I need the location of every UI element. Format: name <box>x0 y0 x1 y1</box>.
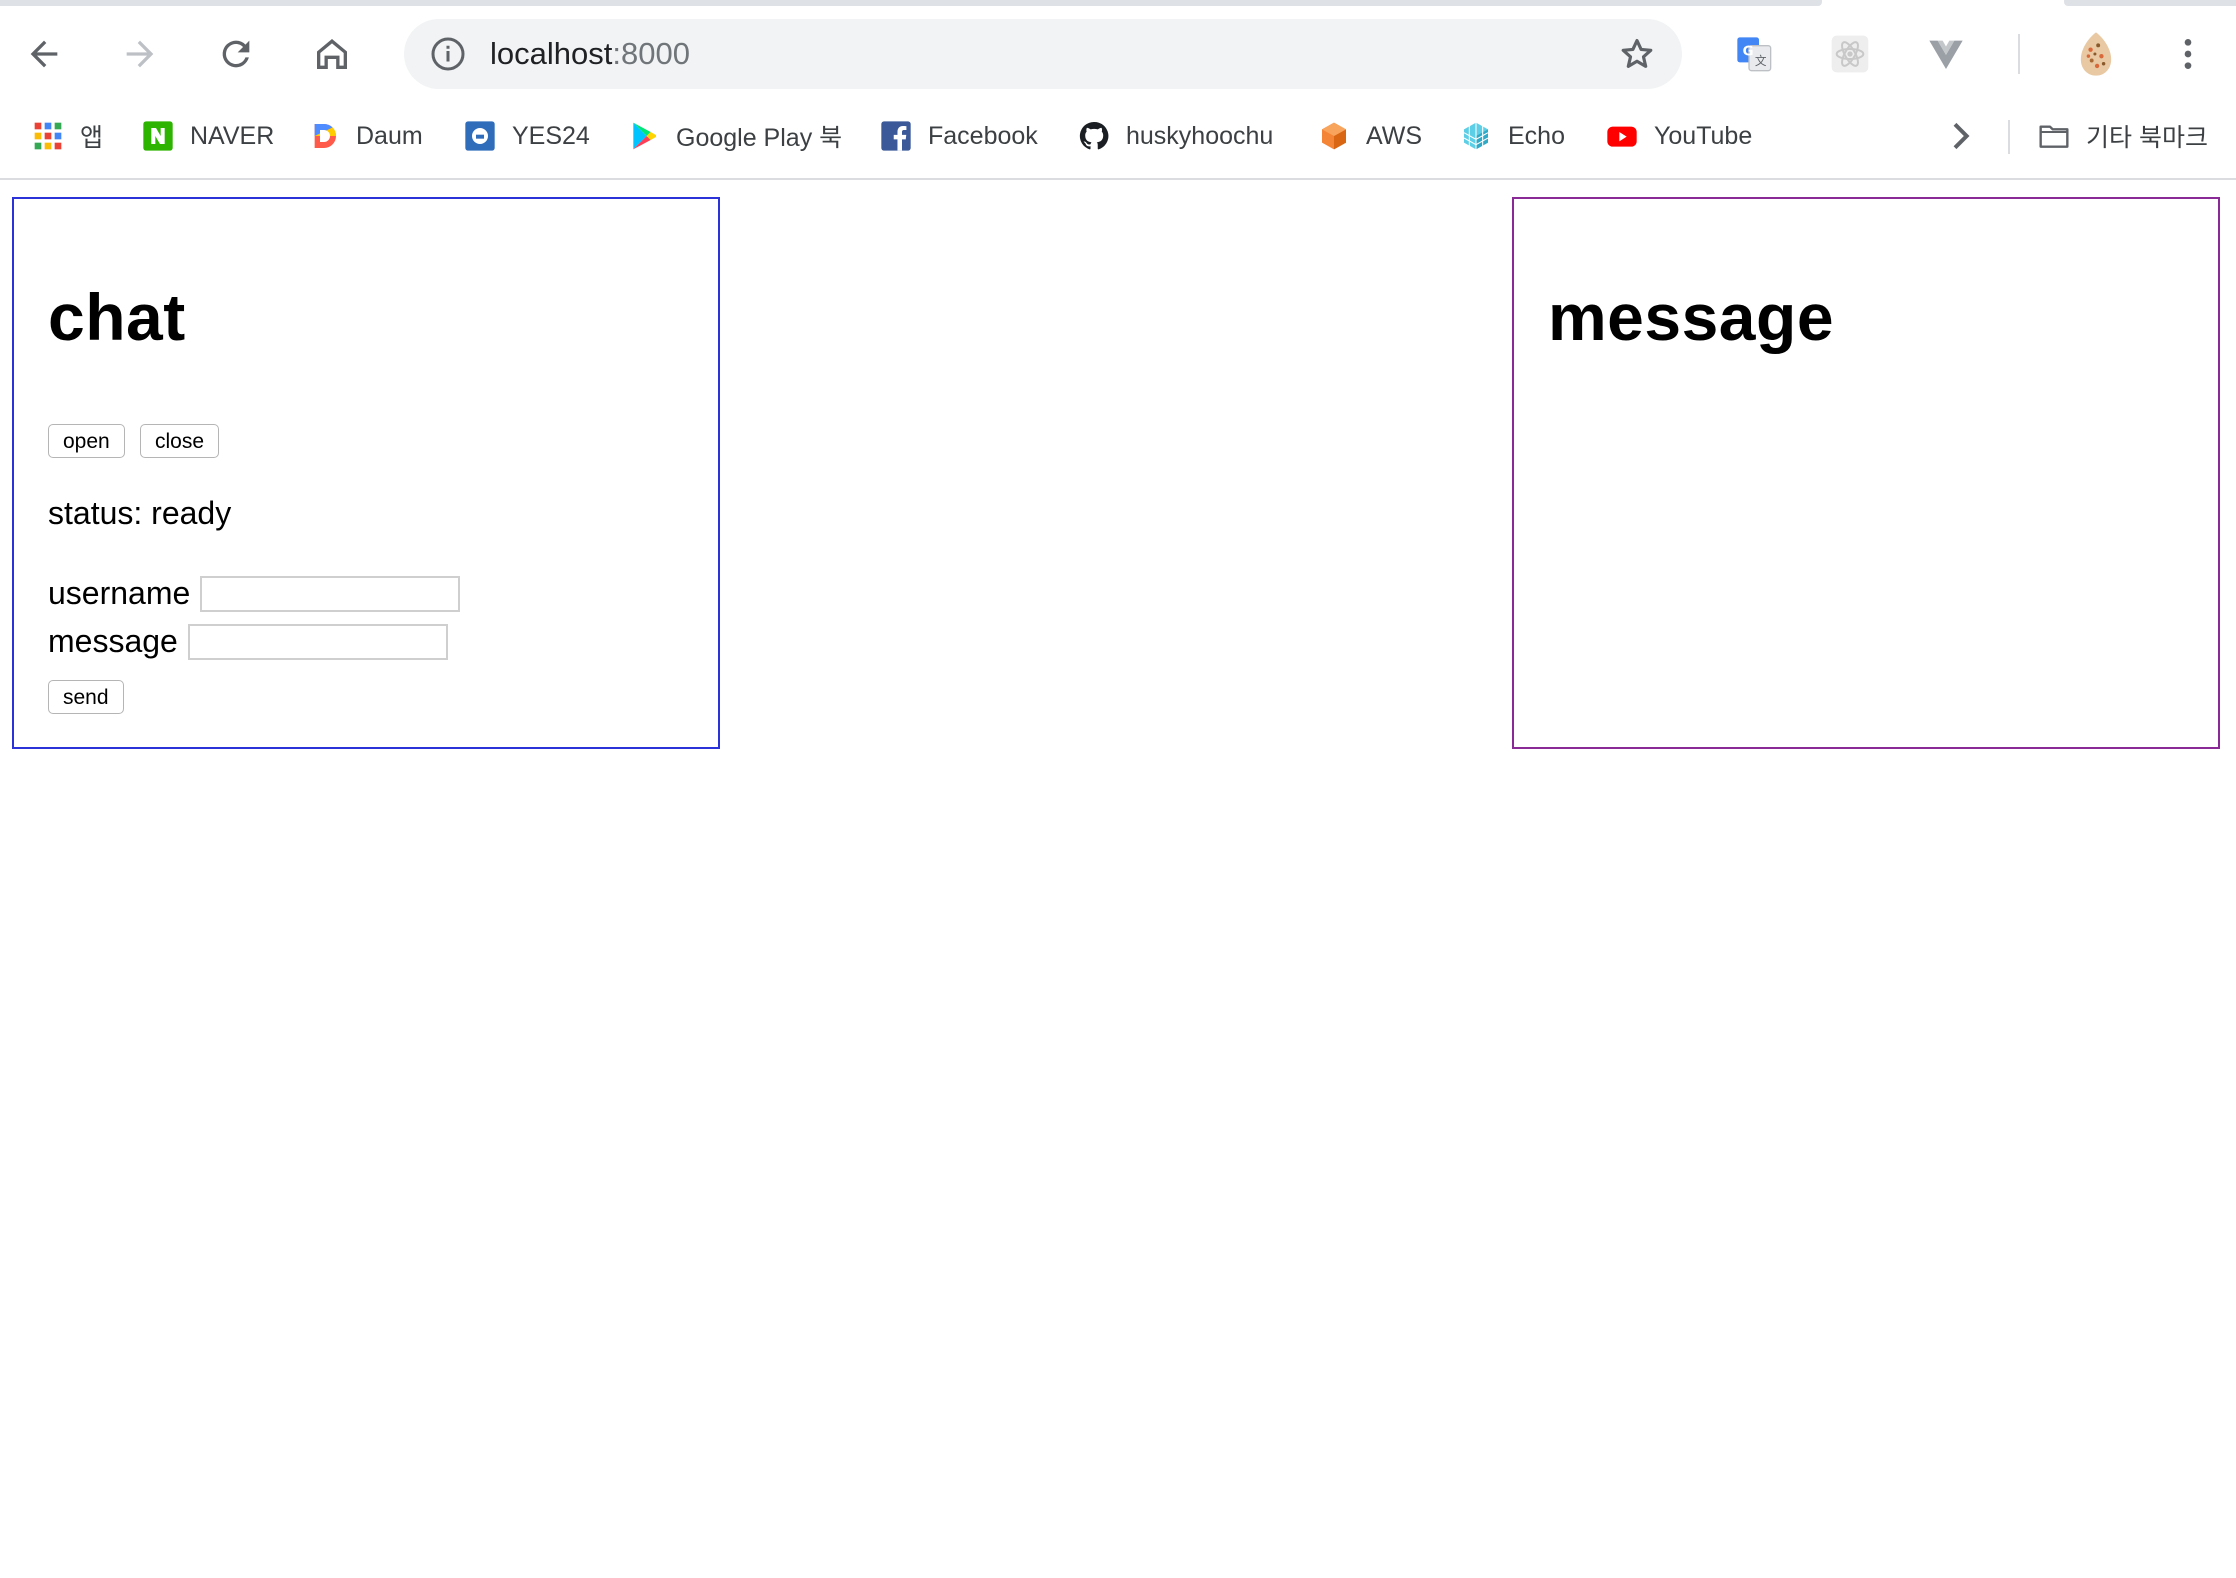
open-button[interactable]: open <box>48 424 125 458</box>
message-row: message <box>48 623 448 660</box>
bookmark-label: Daum <box>356 121 423 150</box>
active-tab-edge <box>0 0 1822 6</box>
send-button[interactable]: send <box>48 680 124 714</box>
bookmark-facebook[interactable]: Facebook <box>880 112 1038 160</box>
react-devtools-extension-button[interactable] <box>1824 28 1876 80</box>
bookmark-other-folder[interactable]: 기타 북마크 <box>2038 112 2208 160</box>
youtube-icon <box>1606 120 1638 152</box>
toolbar-divider <box>2018 34 2020 74</box>
home-icon <box>317 39 347 69</box>
message-panel: message <box>1512 197 2220 749</box>
apps-grid-icon <box>32 120 64 152</box>
address-bar[interactable]: localhost:8000 <box>404 19 1682 89</box>
username-row: username <box>48 575 461 612</box>
message-label: message <box>48 623 178 659</box>
arrow-left-icon <box>30 40 58 68</box>
reload-button[interactable] <box>206 26 266 82</box>
bookmark-label: 앱 <box>80 124 104 152</box>
vue-icon <box>1929 40 1963 69</box>
naver-icon <box>142 120 174 152</box>
message-input[interactable] <box>187 623 448 660</box>
arrow-right-icon <box>126 40 154 68</box>
bookmarks-divider <box>2008 120 2010 154</box>
page-content: chat open close status: ready username m… <box>0 182 2236 1578</box>
chrome-menu-button[interactable] <box>2162 28 2214 80</box>
facebook-icon <box>880 120 912 152</box>
bookmark-star-icon[interactable] <box>1618 35 1656 73</box>
svg-text:文: 文 <box>1755 54 1767 68</box>
profile-avatar-button[interactable] <box>2066 24 2126 84</box>
more-vertical-icon <box>2184 39 2192 69</box>
bookmark-label: 기타 북마크 <box>2086 124 2208 152</box>
google-translate-icon: G 文 <box>1737 37 1772 72</box>
username-input[interactable] <box>200 575 461 612</box>
react-icon <box>1831 35 1869 73</box>
inactive-tab-edge <box>2064 0 2236 6</box>
google-play-icon <box>628 120 660 152</box>
github-icon <box>1078 120 1110 152</box>
back-button[interactable] <box>14 26 74 82</box>
translate-extension-button[interactable]: G 文 <box>1728 28 1780 80</box>
avatar-icon <box>2080 32 2112 76</box>
home-button[interactable] <box>302 26 362 82</box>
browser-chrome: localhost:8000 G 文 앱 NAVER Daum YES24 Go… <box>0 0 2236 180</box>
chat-title: chat <box>48 280 186 354</box>
bookmark-github[interactable]: huskyhoochu <box>1078 112 1273 160</box>
forward-button[interactable] <box>110 26 170 82</box>
svg-text:G: G <box>1743 45 1754 60</box>
bookmark-label: Echo <box>1508 121 1565 150</box>
chevron-right-icon[interactable] <box>1940 116 1980 156</box>
echo-icon <box>1460 120 1492 152</box>
daum-icon <box>308 120 340 152</box>
aws-icon <box>1318 120 1350 152</box>
url-text: localhost:8000 <box>490 34 690 74</box>
bookmark-youtube[interactable]: YouTube <box>1606 112 1752 160</box>
tab-strip <box>0 0 2236 6</box>
bookmark-aws[interactable]: AWS <box>1318 112 1422 160</box>
vue-devtools-extension-button[interactable] <box>1920 28 1972 80</box>
bookmark-label: NAVER <box>190 121 275 150</box>
bookmark-naver[interactable]: NAVER <box>142 112 274 160</box>
bookmark-echo[interactable]: Echo <box>1460 112 1565 160</box>
bookmark-daum[interactable]: Daum <box>308 112 423 160</box>
chat-panel: chat open close status: ready username m… <box>12 197 720 749</box>
bookmark-apps[interactable]: 앱 <box>32 112 103 160</box>
close-button[interactable]: close <box>140 424 220 458</box>
bookmarks-bar: 앱 NAVER Daum YES24 Google Play 북 Faceboo… <box>0 104 2236 168</box>
bookmark-label: Google Play 북 <box>676 124 843 152</box>
url-host: localhost <box>490 36 613 71</box>
info-icon[interactable] <box>430 36 466 72</box>
bookmark-label: huskyhoochu <box>1126 121 1274 150</box>
bookmark-label: Facebook <box>928 121 1038 150</box>
username-label: username <box>48 575 191 611</box>
reload-icon <box>222 40 250 68</box>
folder-icon <box>2038 120 2070 152</box>
message-title: message <box>1548 280 1835 354</box>
yes24-icon <box>464 120 496 152</box>
url-port: :8000 <box>612 36 690 71</box>
bookmark-google-play[interactable]: Google Play 북 <box>628 112 842 160</box>
bookmark-label: AWS <box>1366 121 1423 150</box>
bookmark-label: YouTube <box>1654 121 1753 150</box>
toolbar: localhost:8000 G 文 <box>0 12 2236 96</box>
bookmark-label: YES24 <box>512 121 590 150</box>
status-text: status: ready <box>48 495 232 531</box>
bookmark-yes24[interactable]: YES24 <box>464 112 590 160</box>
